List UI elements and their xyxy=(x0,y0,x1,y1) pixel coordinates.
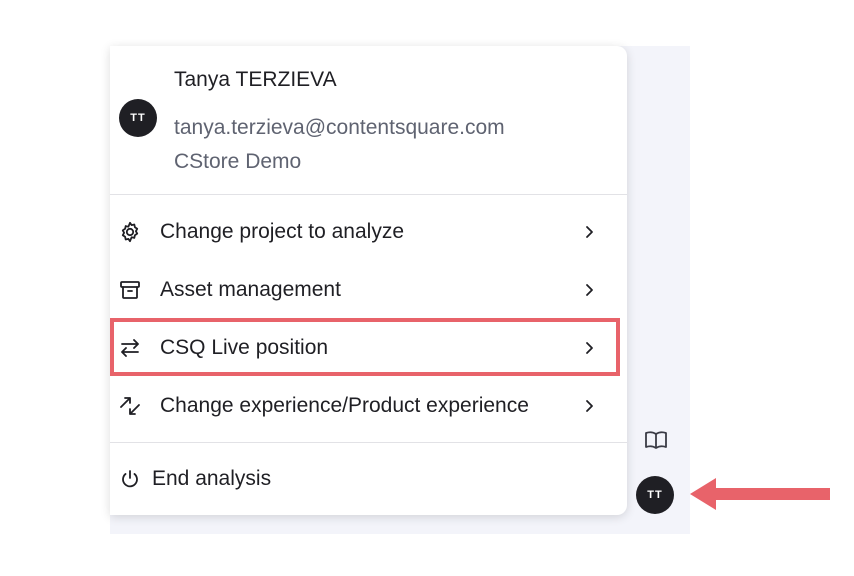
chevron-right-icon xyxy=(586,400,593,412)
user-email: tanya.terzieva@contentsquare.com xyxy=(174,116,505,139)
account-menu: TT Tanya TERZIEVA tanya.terzieva@content… xyxy=(110,46,627,515)
chevron-right-icon xyxy=(586,342,593,354)
book-open-icon[interactable] xyxy=(643,428,669,452)
menu-item-label: Change experience/Product experience xyxy=(160,394,529,417)
user-project: CStore Demo xyxy=(174,150,302,173)
menu-item-label: Asset management xyxy=(160,278,341,301)
menu-item-asset-management[interactable]: Asset management xyxy=(110,264,627,316)
diagonal-swap-icon xyxy=(120,397,140,415)
power-icon xyxy=(122,470,138,488)
chevron-right-icon xyxy=(586,226,593,238)
user-info: TT Tanya TERZIEVA tanya.terzieva@content… xyxy=(110,46,627,195)
screen: TT Tanya TERZIEVA tanya.terzieva@content… xyxy=(0,0,854,576)
menu-item-label: End analysis xyxy=(152,467,272,490)
user-name: Tanya TERZIEVA xyxy=(174,68,337,91)
menu-item-label: CSQ Live position xyxy=(160,336,329,359)
sidebar-avatar[interactable]: TT xyxy=(636,476,674,514)
user-avatar: TT xyxy=(119,99,157,137)
menu-divider xyxy=(110,442,627,443)
chevron-right-icon xyxy=(586,284,593,296)
swap-arrows-icon xyxy=(121,339,139,357)
menu-item-change-project[interactable]: Change project to analyze xyxy=(110,206,627,258)
menu-item-csq-live-position[interactable]: CSQ Live position xyxy=(110,322,627,374)
arrow-pointer-icon xyxy=(690,478,830,510)
menu-item-change-experience[interactable]: Change experience/Product experience xyxy=(110,380,627,432)
gear-icon xyxy=(121,221,139,243)
archive-icon xyxy=(120,281,140,299)
menu-item-label: Change project to analyze xyxy=(160,220,404,243)
menu-item-end-analysis[interactable]: End analysis xyxy=(110,453,627,505)
